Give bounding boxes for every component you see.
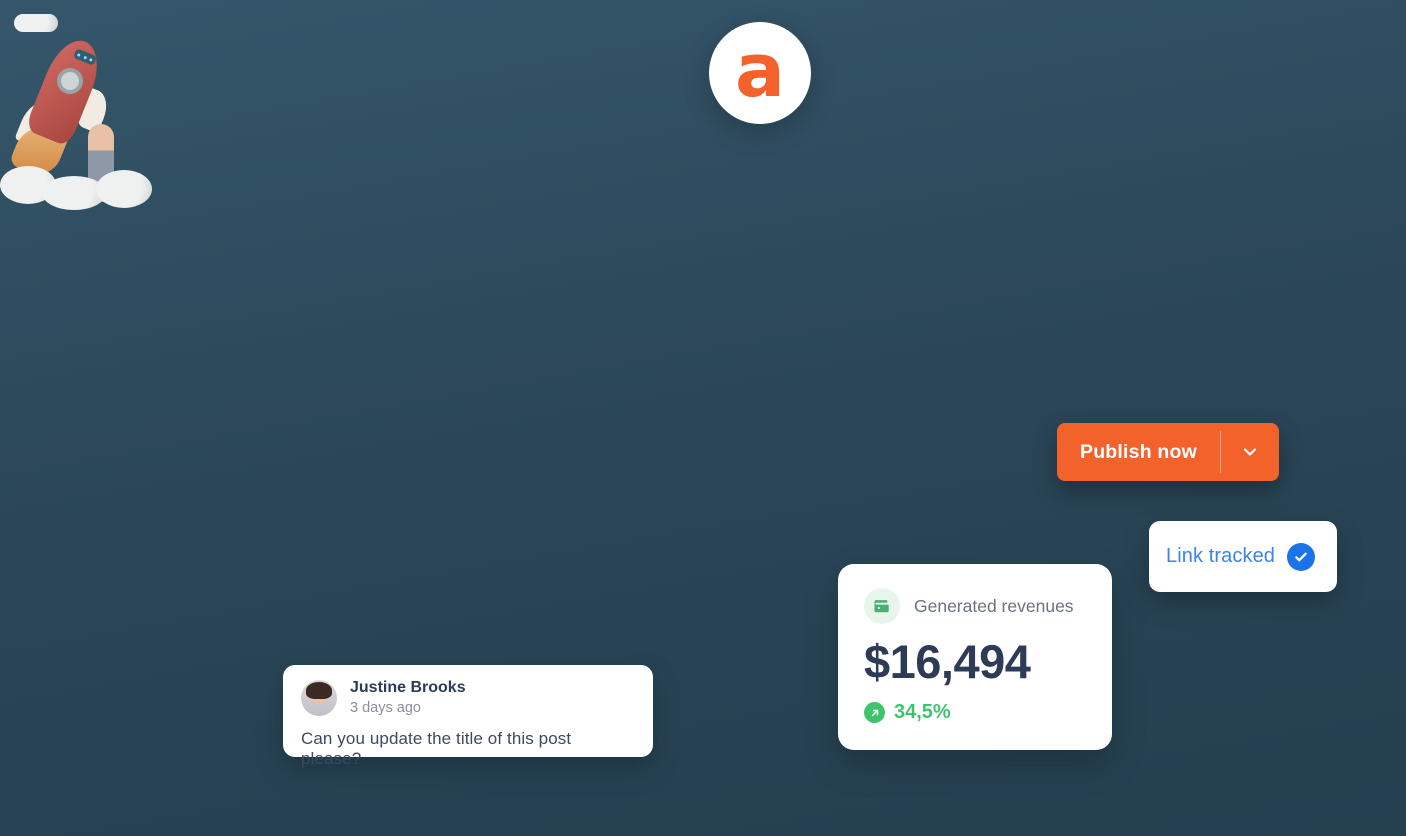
comment-author: Justine Brooks: [350, 679, 466, 696]
check-circle-icon: [1287, 542, 1316, 571]
revenue-value: $16,494: [864, 635, 1031, 688]
wallet-glyph: [874, 600, 889, 613]
comment-meta: Justine Brooks 3 days ago: [350, 678, 466, 718]
comment-body: Can you update the title of this post pl…: [301, 728, 572, 768]
publish-now-label: Publish now: [1079, 440, 1198, 463]
link-tracked-card: Link tracked: [1149, 521, 1337, 592]
comment-timestamp: 3 days ago: [350, 699, 421, 716]
logo-letter: a: [735, 27, 785, 114]
app-logo-badge: a: [709, 22, 811, 124]
revenue-card: Generated revenues $16,494 34,5%: [838, 564, 1112, 750]
avatar: [301, 679, 337, 716]
hero-stage: adidas adidas adidas a 11:33 am TT Enjoy…: [0, 0, 1406, 836]
comment-header: Justine Brooks 3 days ago: [301, 678, 635, 718]
revenue-title: Generated revenues: [914, 595, 1074, 616]
wallet-icon: [864, 588, 900, 624]
comment-card: Justine Brooks 3 days ago Can you update…: [283, 665, 653, 768]
revenue-delta-value: 34,5%: [894, 701, 951, 723]
link-tracked-label: Link tracked: [1166, 545, 1276, 567]
revenue-delta: 34,5%: [864, 701, 1086, 724]
revenue-header: Generated revenues: [864, 588, 1086, 624]
trend-up-icon: [864, 702, 885, 723]
publish-now-button[interactable]: Publish now: [1057, 423, 1279, 481]
chevron-down-icon[interactable]: [1221, 423, 1279, 481]
